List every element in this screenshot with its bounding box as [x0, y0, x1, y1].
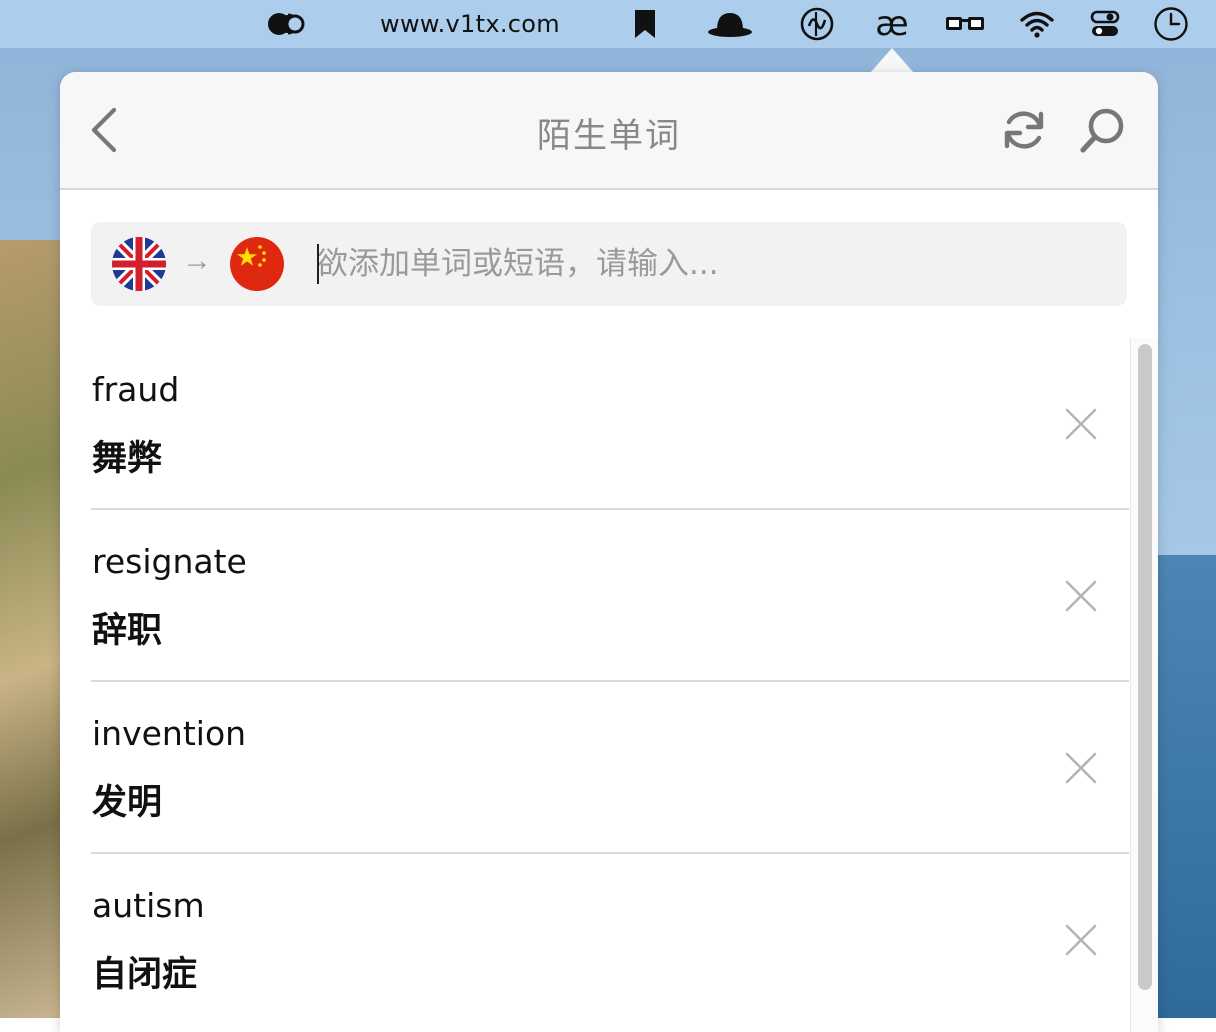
- ae-icon[interactable]: æ: [870, 0, 914, 48]
- clock-icon[interactable]: [1150, 0, 1192, 48]
- delete-word-button[interactable]: [1063, 750, 1099, 786]
- list-item[interactable]: resignate 辞职: [91, 510, 1129, 682]
- list-item[interactable]: fraud 舞弊: [91, 338, 1129, 510]
- control-center-icon[interactable]: [1086, 0, 1124, 48]
- add-word-input[interactable]: [317, 240, 1097, 288]
- menubar-url[interactable]: www.v1tx.com: [378, 0, 562, 48]
- delete-word-button[interactable]: [1063, 406, 1099, 442]
- list-item[interactable]: autism 自闭症: [91, 854, 1129, 1024]
- close-icon: [1065, 408, 1097, 440]
- word-english: resignate: [92, 542, 247, 581]
- vocabulary-popover: 陌生单词 → 欲添加单词或短语，请输入... fraud 舞弊 resignat…: [60, 72, 1158, 1032]
- word-chinese: 自闭症: [92, 955, 198, 995]
- word-chinese: 发明: [92, 783, 163, 823]
- close-icon: [1065, 752, 1097, 784]
- search-icon: [1080, 108, 1124, 153]
- bowler-hat-icon[interactable]: [704, 0, 756, 48]
- word-chinese: 辞职: [92, 611, 163, 651]
- list-item[interactable]: invention 发明: [91, 682, 1129, 854]
- refresh-button[interactable]: [1000, 106, 1048, 154]
- bookmark-icon[interactable]: [628, 0, 662, 48]
- uk-flag-icon[interactable]: [112, 237, 166, 291]
- china-flag-icon[interactable]: [230, 237, 284, 291]
- delete-word-button[interactable]: [1063, 578, 1099, 614]
- menu-bar: www.v1tx.com æ: [0, 0, 1216, 48]
- word-chinese: 舞弊: [92, 439, 163, 479]
- close-icon: [1065, 580, 1097, 612]
- scrollbar-thumb[interactable]: [1138, 344, 1152, 990]
- toggle-icon[interactable]: [262, 0, 312, 48]
- language-direction-arrow: →: [182, 244, 212, 277]
- popover-header: 陌生单词: [60, 72, 1158, 190]
- delete-word-button[interactable]: [1063, 922, 1099, 958]
- circle-logo-icon[interactable]: [796, 0, 838, 48]
- search-button[interactable]: [1078, 105, 1128, 155]
- glasses-icon[interactable]: [942, 0, 988, 48]
- refresh-icon: [1004, 111, 1044, 149]
- word-english: autism: [92, 886, 205, 925]
- text-caret: [317, 244, 319, 284]
- close-icon: [1065, 924, 1097, 956]
- add-word-bar: →: [91, 222, 1127, 306]
- wifi-icon[interactable]: [1016, 0, 1058, 48]
- word-english: fraud: [92, 370, 180, 409]
- popover-arrow: [870, 48, 914, 73]
- word-english: invention: [92, 714, 247, 753]
- page-title: 陌生单词: [537, 117, 681, 155]
